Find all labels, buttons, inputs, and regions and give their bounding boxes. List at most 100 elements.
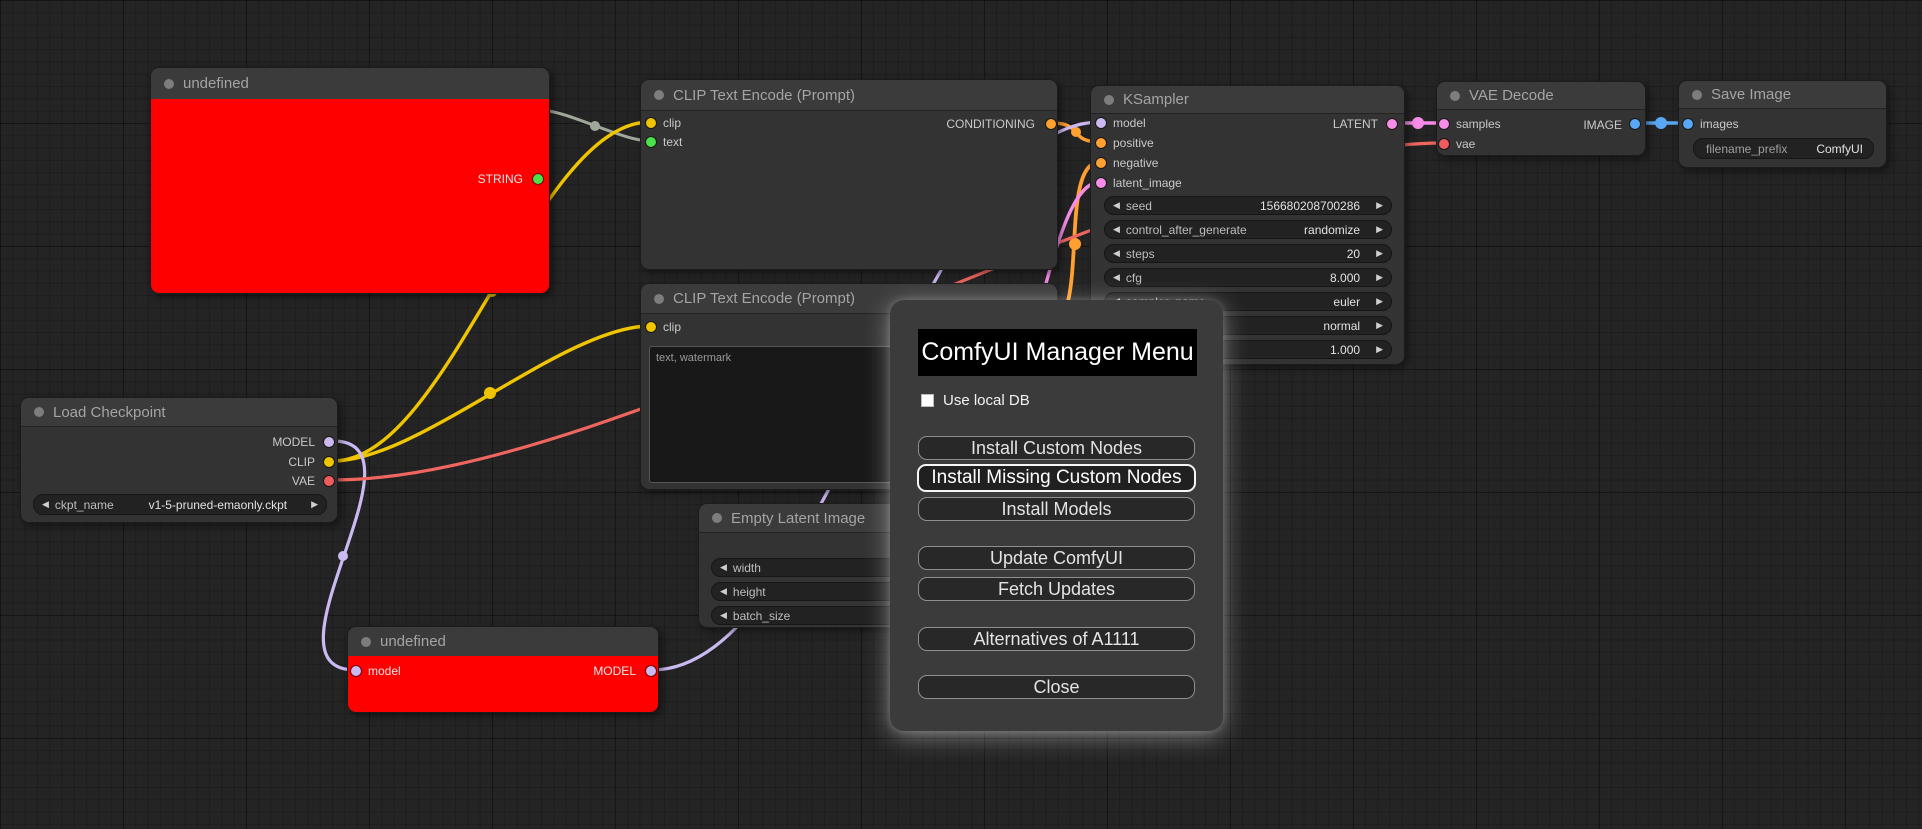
decrement-arrow-icon[interactable]: ◀	[1113, 272, 1120, 283]
install-custom-nodes-button[interactable]: Install Custom Nodes	[918, 436, 1195, 460]
node-save-image-titlebar[interactable]: Save Image	[1679, 81, 1886, 109]
collapse-dot-icon[interactable]	[712, 513, 722, 523]
node-load-checkpoint-titlebar[interactable]: Load Checkpoint	[21, 398, 337, 427]
node-empty-latent-image[interactable]: Empty Latent Image ◀ width ◀ height ◀ ba…	[698, 503, 905, 628]
collapse-dot-icon[interactable]	[1692, 89, 1702, 100]
widget-seed[interactable]: ◀ seed 156680208700286 ▶	[1104, 196, 1392, 215]
decrement-arrow-icon[interactable]: ◀	[1113, 200, 1120, 211]
widget-value: v1-5-pruned-emaonly.ckpt	[148, 497, 288, 512]
widget-value: 1.000	[1330, 342, 1361, 357]
node-load-checkpoint[interactable]: Load Checkpoint MODEL CLIP VAE ◀ ckpt_na…	[20, 397, 338, 523]
widget-label: cfg	[1125, 270, 1142, 285]
input-dot-text[interactable]	[646, 137, 656, 147]
input-dot-clip[interactable]	[646, 118, 656, 128]
widget-filename-prefix[interactable]: filename_prefix ComfyUI	[1693, 138, 1874, 159]
node-vae-decode-titlebar[interactable]: VAE Decode	[1437, 82, 1645, 110]
widget-value: 8.000	[1330, 270, 1361, 285]
wire-conditioning-positive-middot	[1071, 127, 1081, 137]
input-label-images: images	[1700, 117, 1739, 131]
use-local-db-label: Use local DB	[943, 392, 1030, 409]
output-dot-vae[interactable]	[324, 476, 334, 486]
widget-ckpt-name[interactable]: ◀ ckpt_name v1-5-pruned-emaonly.ckpt ▶	[33, 494, 327, 515]
collapse-dot-icon[interactable]	[34, 407, 44, 417]
increment-arrow-icon[interactable]: ▶	[1376, 200, 1383, 211]
output-dot-latent[interactable]	[1387, 119, 1397, 129]
node-graph-canvas[interactable]: undefined STRING CLIP Text Encode (Promp…	[0, 0, 1922, 829]
collapse-dot-icon[interactable]	[654, 293, 664, 304]
node-undefined-top[interactable]: undefined STRING	[150, 67, 550, 294]
increment-arrow-icon[interactable]: ▶	[1376, 224, 1383, 235]
widget-cfg[interactable]: ◀ cfg 8.000 ▶	[1104, 268, 1392, 287]
input-label-model: model	[368, 664, 401, 678]
output-label-clip: CLIP	[288, 455, 315, 469]
node-undefined-top-titlebar[interactable]: undefined	[151, 68, 549, 100]
node-save-image[interactable]: Save Image images filename_prefix ComfyU…	[1678, 80, 1887, 168]
use-local-db-row[interactable]: Use local DB	[921, 392, 1030, 409]
decrement-arrow-icon[interactable]: ◀	[720, 586, 727, 597]
update-comfyui-button[interactable]: Update ComfyUI	[918, 546, 1195, 570]
input-dot-model[interactable]	[351, 666, 361, 676]
increment-arrow-icon[interactable]: ▶	[1376, 296, 1383, 307]
use-local-db-checkbox[interactable]	[921, 394, 934, 407]
fetch-updates-button[interactable]: Fetch Updates	[918, 577, 1195, 601]
decrement-arrow-icon[interactable]: ◀	[1113, 248, 1120, 259]
input-dot-vae[interactable]	[1439, 139, 1449, 149]
input-dot-images[interactable]	[1683, 119, 1693, 129]
collapse-dot-icon[interactable]	[361, 636, 371, 647]
node-undefined-bottom-titlebar[interactable]: undefined	[348, 627, 658, 657]
node-undefined-bottom[interactable]: undefined model MODEL	[347, 626, 659, 713]
wire-model-1-middot	[338, 551, 348, 561]
node-empty-latent-image-titlebar[interactable]: Empty Latent Image	[699, 504, 904, 533]
wire-string-middot	[590, 121, 600, 131]
output-dot-clip[interactable]	[324, 457, 334, 467]
output-label-image: IMAGE	[1583, 118, 1622, 132]
widget-width[interactable]: ◀ width	[711, 558, 901, 577]
collapse-dot-icon[interactable]	[1450, 90, 1460, 101]
increment-arrow-icon[interactable]: ▶	[1376, 248, 1383, 259]
output-label-model: MODEL	[593, 664, 636, 678]
node-title: Empty Latent Image	[731, 509, 866, 527]
install-missing-custom-nodes-button[interactable]: Install Missing Custom Nodes	[917, 464, 1196, 492]
input-dot-negative[interactable]	[1096, 158, 1106, 168]
decrement-arrow-icon[interactable]: ◀	[720, 562, 727, 573]
widget-height[interactable]: ◀ height	[711, 582, 901, 601]
decrement-arrow-icon[interactable]: ◀	[1113, 224, 1120, 235]
comfyui-manager-dialog: ComfyUI Manager Menu Use local DB Instal…	[890, 300, 1223, 731]
close-button[interactable]: Close	[918, 675, 1195, 699]
widget-control-after-generate[interactable]: ◀ control_after_generate randomize ▶	[1104, 220, 1392, 239]
decrement-arrow-icon[interactable]: ◀	[720, 610, 727, 621]
widget-batch-size[interactable]: ◀ batch_size	[711, 606, 901, 625]
input-dot-model[interactable]	[1096, 118, 1106, 128]
collapse-dot-icon[interactable]	[164, 78, 174, 89]
wire-image-middot	[1655, 117, 1667, 129]
output-dot-string[interactable]	[533, 174, 543, 184]
input-label-clip: clip	[663, 116, 682, 130]
collapse-dot-icon[interactable]	[654, 90, 664, 100]
output-dot-image[interactable]	[1630, 119, 1640, 129]
input-label-vae: vae	[1456, 137, 1476, 151]
collapse-dot-icon[interactable]	[1104, 94, 1114, 105]
input-dot-clip[interactable]	[646, 322, 656, 332]
install-models-button[interactable]: Install Models	[918, 497, 1195, 521]
widget-steps[interactable]: ◀ steps 20 ▶	[1104, 244, 1392, 263]
node-clip-text-encode-1-titlebar[interactable]: CLIP Text Encode (Prompt)	[641, 80, 1057, 111]
node-ksampler-titlebar[interactable]: KSampler	[1091, 86, 1404, 114]
increment-arrow-icon[interactable]: ▶	[311, 499, 318, 510]
increment-arrow-icon[interactable]: ▶	[1376, 320, 1383, 331]
decrement-arrow-icon[interactable]: ◀	[42, 499, 49, 510]
alternatives-of-a1111-button[interactable]: Alternatives of A1111	[918, 627, 1195, 651]
node-vae-decode[interactable]: VAE Decode samples vae IMAGE	[1436, 81, 1646, 156]
output-dot-model[interactable]	[646, 666, 656, 676]
widget-label: width	[732, 560, 761, 575]
node-clip-text-encode-1[interactable]: CLIP Text Encode (Prompt) clip text COND…	[640, 79, 1058, 270]
output-dot-conditioning[interactable]	[1046, 119, 1056, 129]
widget-label: batch_size	[732, 608, 791, 623]
output-label-latent: LATENT	[1332, 117, 1378, 131]
output-dot-model[interactable]	[324, 437, 334, 447]
increment-arrow-icon[interactable]: ▶	[1376, 272, 1383, 283]
increment-arrow-icon[interactable]: ▶	[1376, 344, 1383, 355]
widget-value: euler	[1333, 294, 1361, 309]
input-dot-positive[interactable]	[1096, 138, 1106, 148]
input-dot-samples[interactable]	[1439, 119, 1449, 129]
input-dot-latent-image[interactable]	[1096, 178, 1106, 188]
